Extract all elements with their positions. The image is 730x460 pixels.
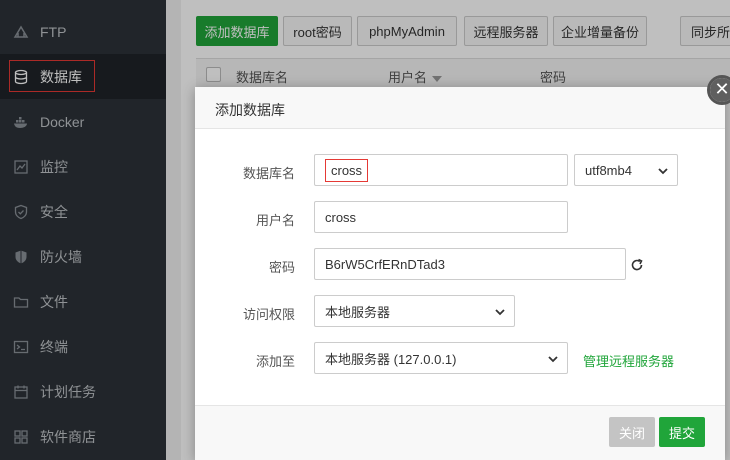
access-value: 本地服务器 <box>325 304 391 320</box>
chevron-down-icon <box>495 309 505 316</box>
dialog-title: 添加数据库 <box>215 102 285 118</box>
dialog-close-button[interactable]: ✕ <box>707 75 730 105</box>
password-label: 密码 <box>268 260 295 275</box>
username-label: 用户名 <box>255 213 295 228</box>
add-to-select[interactable]: 本地服务器 (127.0.0.1) <box>314 342 568 374</box>
access-select[interactable]: 本地服务器 <box>314 295 515 327</box>
password-input[interactable]: B6rW5CrfERnDTad3 <box>314 248 626 280</box>
add-to-value: 本地服务器 (127.0.0.1) <box>325 351 457 367</box>
close-button[interactable]: 关闭 <box>609 417 655 447</box>
close-icon: ✕ <box>710 78 730 102</box>
manage-remote-server-link[interactable]: 管理远程服务器 <box>583 351 674 370</box>
add-database-dialog: 添加数据库 数据库名 cross utf8mb4 用户名 cross 密码 B6… <box>195 87 725 460</box>
db-name-label: 数据库名 <box>242 166 295 181</box>
chevron-down-icon <box>658 168 668 175</box>
refresh-icon[interactable] <box>630 258 644 272</box>
add-to-label: 添加至 <box>255 354 295 369</box>
access-label: 访问权限 <box>242 307 295 322</box>
dialog-footer: 关闭 提交 <box>195 405 725 460</box>
submit-button[interactable]: 提交 <box>659 417 705 447</box>
username-input[interactable]: cross <box>314 201 568 233</box>
db-name-value: cross <box>325 158 369 182</box>
password-value: B6rW5CrfERnDTad3 <box>325 256 445 272</box>
username-value: cross <box>325 209 357 225</box>
charset-select[interactable]: utf8mb4 <box>574 154 678 186</box>
db-name-input[interactable]: cross <box>314 154 568 186</box>
chevron-down-icon <box>548 356 558 363</box>
dialog-header: 添加数据库 <box>195 87 725 129</box>
charset-value: utf8mb4 <box>585 162 632 178</box>
